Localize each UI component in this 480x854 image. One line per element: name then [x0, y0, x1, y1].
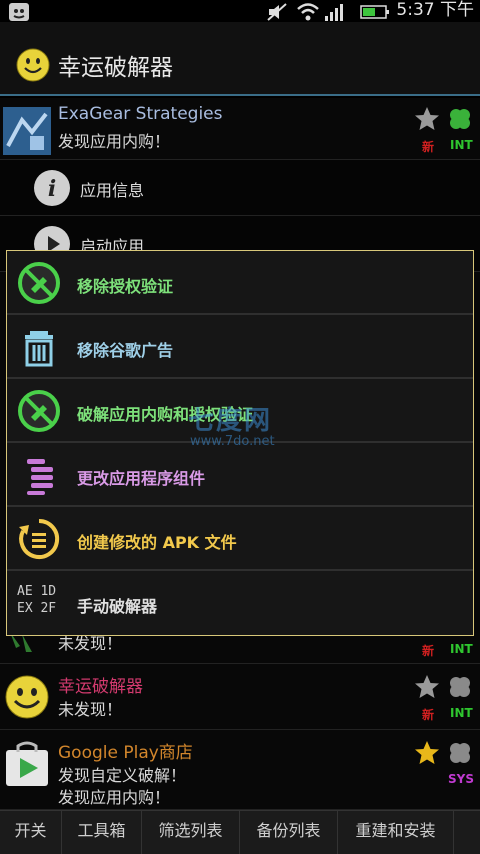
tab-switches[interactable]: 开关	[0, 811, 62, 854]
menu-item-change-components[interactable]: 更改应用程序组件	[7, 443, 473, 507]
tab-backup-list[interactable]: 备份列表	[240, 811, 338, 854]
type-badge: SYS	[448, 772, 474, 786]
no-license-icon	[18, 262, 60, 304]
menu-item-create-modified-apk[interactable]: 创建修改的 APK 文件	[7, 507, 473, 571]
menu-item-label: 手动破解器	[77, 597, 158, 616]
menu-item-label: 移除谷歌广告	[77, 341, 174, 360]
menu-item-manual-patcher[interactable]: AE 1D EX 2F 手动破解器	[7, 571, 473, 635]
menu-item-label: 破解应用内购和授权验证	[77, 405, 254, 424]
signal-icon	[325, 4, 343, 21]
info-icon: i	[34, 170, 70, 206]
hex-patch-icon-line-1: AE 1D	[17, 584, 57, 599]
star-icon	[415, 675, 439, 698]
app-info-label: 应用信息	[80, 181, 145, 200]
lucky-patcher-app-icon	[5, 675, 49, 719]
menu-item-label: 更改应用程序组件	[77, 469, 206, 488]
clock: 5:37 下午	[396, 0, 474, 20]
page-title: 幸运破解器	[58, 55, 173, 81]
patch-options-menu: 移除授权验证 移除谷歌广告 破解应用内购和授权验证 更改应用程序组件 创建修改的…	[6, 250, 474, 636]
tab-rebuild-install[interactable]: 重建和安装	[338, 811, 454, 854]
app-info-action[interactable]: i 应用信息	[0, 160, 480, 216]
app-status-secondary: 发现应用内购！	[58, 788, 171, 807]
tab-filter-list[interactable]: 筛选列表	[142, 811, 240, 854]
type-badge: INT	[450, 706, 473, 720]
star-icon	[415, 107, 439, 130]
components-icon	[27, 459, 53, 495]
svg-text:i: i	[48, 176, 56, 202]
app-status: 未发现！	[58, 700, 123, 719]
status-bar: 5:37 下午	[0, 0, 480, 22]
list-item[interactable]: ExaGear Strategies 发现应用内购！ 新 INT	[0, 98, 480, 160]
new-badge: 新	[422, 708, 435, 722]
star-icon	[415, 741, 439, 764]
list-item[interactable]: 幸运破解器 未发现！ 新 INT	[0, 664, 480, 730]
clover-icon	[450, 677, 470, 697]
smiley-icon	[16, 48, 50, 82]
list-item[interactable]: Google Play商店 发现自定义破解！ 发现应用内购！ SYS	[0, 730, 480, 810]
type-badge: INT	[450, 642, 473, 656]
app-header: 幸运破解器	[0, 22, 480, 96]
app-name: 幸运破解器	[58, 677, 143, 697]
clover-icon	[450, 743, 470, 763]
new-badge: 新	[422, 644, 435, 658]
menu-item-crack-iap-and-license[interactable]: 破解应用内购和授权验证	[7, 379, 473, 443]
mute-icon	[267, 3, 287, 21]
hex-patch-icon: AE 1D EX 2F	[17, 583, 71, 627]
new-badge: 新	[422, 140, 435, 154]
hex-patch-icon-line-2: EX 2F	[17, 601, 57, 616]
app-name: Google Play商店	[58, 743, 193, 763]
app-status: 发现应用内购！	[58, 132, 171, 151]
wifi-icon	[297, 3, 319, 21]
menu-item-remove-google-ads[interactable]: 移除谷歌广告	[7, 315, 473, 379]
battery-icon	[360, 5, 389, 19]
exagear-app-icon	[3, 107, 51, 155]
type-badge: INT	[450, 138, 473, 152]
notification-app-icon	[9, 3, 29, 21]
menu-item-label: 移除授权验证	[77, 277, 174, 296]
google-play-app-icon	[6, 741, 48, 786]
clover-icon	[450, 109, 470, 129]
menu-item-remove-license[interactable]: 移除授权验证	[7, 251, 473, 315]
no-license-icon	[18, 390, 60, 432]
rebuild-icon	[19, 518, 60, 559]
app-name: ExaGear Strategies	[58, 104, 223, 124]
app-status: 发现自定义破解！	[58, 766, 187, 785]
trash-icon	[25, 331, 53, 367]
bottom-tab-bar: 开关 工具箱 筛选列表 备份列表 重建和安装	[0, 810, 480, 854]
menu-item-label: 创建修改的 APK 文件	[77, 533, 237, 552]
tab-toolbox[interactable]: 工具箱	[62, 811, 142, 854]
